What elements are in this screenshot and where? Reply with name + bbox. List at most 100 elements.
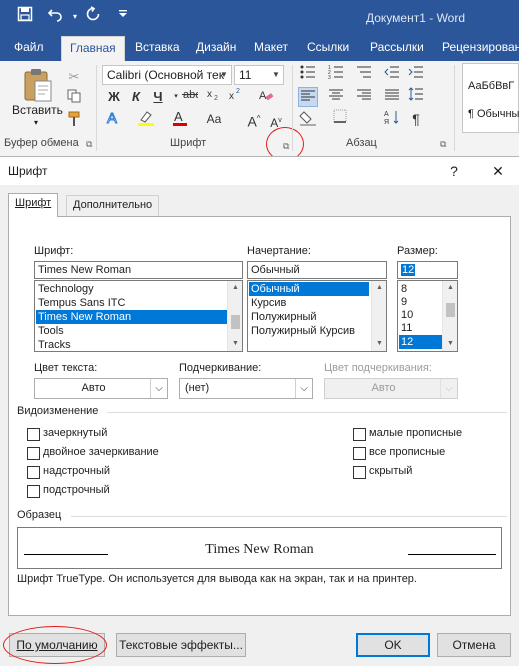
align-right-icon[interactable]	[354, 87, 374, 107]
style-list-item[interactable]: Курсив	[249, 296, 369, 310]
line-spacing-icon[interactable]	[406, 87, 426, 107]
style-list-item[interactable]: Полужирный Курсив	[249, 324, 369, 338]
ribbon-font-size[interactable]: 11 ▼	[234, 65, 284, 85]
subscript-label[interactable]: подстрочный	[43, 484, 110, 496]
grow-font-icon[interactable]: A^	[244, 109, 264, 130]
font-size-dropdown-icon[interactable]: ▼	[269, 66, 283, 84]
justify-icon[interactable]	[382, 87, 402, 107]
copy-icon[interactable]	[64, 89, 84, 109]
close-button[interactable]: ✕	[488, 161, 508, 181]
superscript-icon[interactable]: x2	[226, 87, 246, 107]
strikethrough-icon[interactable]: abc	[180, 87, 201, 107]
font-list-item-selected[interactable]: Times New Roman	[36, 310, 227, 324]
scroll-up-icon[interactable]: ▲	[228, 281, 242, 295]
tab-advanced[interactable]: Дополнительно	[66, 195, 160, 216]
cancel-button[interactable]: Отмена	[437, 633, 511, 657]
style-list-item-selected[interactable]: Обычный	[249, 282, 369, 296]
all-caps-label[interactable]: все прописные	[369, 446, 445, 458]
tab-insert[interactable]: Вставка	[127, 36, 188, 61]
font-list-item[interactable]: Tempus Sans ITC	[36, 296, 227, 310]
tab-mailings[interactable]: Рассылки	[362, 36, 432, 61]
font-color-dropdown[interactable]: Авто ⌵	[34, 378, 168, 399]
help-button[interactable]: ?	[444, 161, 464, 181]
tab-layout[interactable]: Макет	[246, 36, 296, 61]
size-list-item-selected[interactable]: 12	[399, 335, 442, 349]
style-gallery-item[interactable]: АаБбВвГ ¶ Обычный	[462, 63, 519, 133]
cut-icon[interactable]: ✂	[64, 67, 84, 87]
superscript-label[interactable]: надстрочный	[43, 465, 110, 477]
text-effects-icon[interactable]: A	[104, 109, 124, 129]
highlight-icon[interactable]	[136, 109, 156, 129]
style-input[interactable]: Обычный	[247, 261, 387, 279]
font-list-item[interactable]: Technology	[36, 282, 227, 296]
size-list-item[interactable]: 10	[399, 308, 442, 322]
decrease-indent-icon[interactable]	[382, 65, 402, 85]
text-effects-button[interactable]: Текстовые эффекты...	[116, 633, 246, 657]
align-center-icon[interactable]	[326, 87, 346, 107]
shading-icon[interactable]	[298, 109, 318, 129]
strikethrough-checkbox[interactable]	[27, 428, 40, 441]
subscript-checkbox[interactable]	[27, 485, 40, 498]
sort-icon[interactable]: AЯ	[382, 109, 402, 129]
size-list-scrollbar[interactable]: ▲ ▼	[442, 281, 457, 351]
font-list-item[interactable]: Tracks	[36, 338, 227, 351]
paste-icon[interactable]	[22, 67, 54, 103]
superscript-checkbox[interactable]	[27, 466, 40, 479]
ok-button[interactable]: OK	[356, 633, 430, 657]
font-color-icon[interactable]: A	[170, 109, 190, 129]
double-strikethrough-label[interactable]: двойное зачеркивание	[43, 446, 159, 458]
underline-style-dropdown[interactable]: (нет) ⌵	[179, 378, 313, 399]
style-list-scrollbar[interactable]: ▲ ▼	[371, 281, 386, 351]
numbering-icon[interactable]: 123	[326, 65, 346, 85]
paragraph-launcher-icon[interactable]: ⧉	[440, 139, 446, 150]
scroll-down-icon[interactable]: ▼	[443, 337, 457, 351]
tab-file[interactable]: Файл	[6, 36, 52, 61]
customize-qat-icon[interactable]	[112, 6, 134, 28]
scroll-up-icon[interactable]: ▲	[443, 281, 457, 295]
all-caps-checkbox[interactable]	[353, 447, 366, 460]
borders-icon[interactable]	[330, 109, 350, 129]
tab-review[interactable]: Рецензирован	[434, 36, 519, 61]
hidden-checkbox[interactable]	[353, 466, 366, 479]
double-strikethrough-checkbox[interactable]	[27, 447, 40, 460]
size-list-item[interactable]: 9	[399, 295, 442, 309]
font-list[interactable]: Technology Tempus Sans ITC Times New Rom…	[34, 280, 243, 352]
style-list-item[interactable]: Полужирный	[249, 310, 369, 324]
font-name-dropdown-icon[interactable]: ▼	[217, 66, 231, 84]
scroll-thumb[interactable]	[231, 315, 240, 329]
undo-icon[interactable]	[44, 6, 66, 28]
size-list-item[interactable]: 11	[399, 321, 442, 335]
chevron-down-icon[interactable]: ⌵	[150, 379, 167, 398]
font-list-item[interactable]: Tools	[36, 324, 227, 338]
tab-home[interactable]: Главная	[61, 36, 125, 61]
font-list-scrollbar[interactable]: ▲ ▼	[227, 281, 242, 351]
paste-button[interactable]: Вставить	[12, 103, 63, 117]
clipboard-launcher-icon[interactable]: ⧉	[86, 139, 92, 150]
small-caps-label[interactable]: малые прописные	[369, 427, 462, 439]
font-name-input[interactable]: Times New Roman	[34, 261, 243, 279]
save-icon[interactable]	[14, 6, 36, 28]
scroll-thumb[interactable]	[446, 303, 455, 317]
tab-font[interactable]: Шрифт	[8, 193, 59, 217]
underline-button[interactable]: Ч	[148, 87, 168, 107]
tab-references[interactable]: Ссылки	[299, 36, 357, 61]
italic-button[interactable]: К	[126, 87, 146, 107]
multilevel-list-icon[interactable]	[354, 65, 374, 85]
format-painter-icon[interactable]	[64, 111, 84, 131]
scroll-up-icon[interactable]: ▲	[372, 281, 386, 295]
redo-icon[interactable]	[82, 6, 104, 28]
chevron-down-icon[interactable]: ⌵	[295, 379, 312, 398]
size-list[interactable]: 8 9 10 11 12 ▲ ▼	[397, 280, 458, 352]
bullets-icon[interactable]	[298, 65, 318, 85]
paste-dropdown-icon[interactable]: ▾	[34, 118, 38, 127]
style-list[interactable]: Обычный Курсив Полужирный Полужирный Кур…	[247, 280, 387, 352]
increase-indent-icon[interactable]	[406, 65, 426, 85]
change-case-icon[interactable]: Aa	[204, 109, 224, 129]
size-list-item[interactable]: 8	[399, 282, 442, 296]
scroll-down-icon[interactable]: ▼	[228, 337, 242, 351]
size-input[interactable]: 12	[397, 261, 458, 279]
bold-button[interactable]: Ж	[104, 87, 124, 107]
tab-design[interactable]: Дизайн	[188, 36, 244, 61]
strikethrough-label[interactable]: зачеркнутый	[43, 427, 107, 439]
small-caps-checkbox[interactable]	[353, 428, 366, 441]
